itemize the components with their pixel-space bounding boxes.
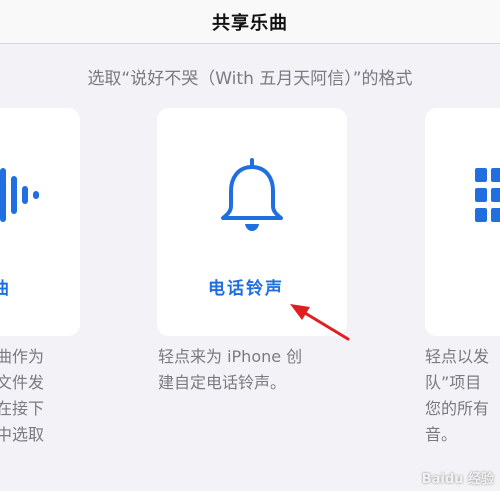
format-card-song-file[interactable]: 曲 [0,108,80,336]
format-card-label: 电话铃声 [208,279,284,299]
format-card-description: 轻点来为 iPhone 创 建自定电话铃声。 [158,347,303,392]
waveform-icon [0,168,39,222]
list-icon [475,168,500,222]
format-carousel[interactable]: 曲 曲作为 文件发 在接下 中选取 电话铃声 轻点来为 iPhone 创 建自定… [0,0,500,491]
format-card-project[interactable] [425,108,500,336]
format-card-description: 曲作为 文件发 在接下 中选取 [0,347,45,444]
bell-icon [221,158,283,231]
format-card-description: 轻点以发 队”项目 您的所有 音。 [425,347,490,444]
format-card-ringtone[interactable]: 电话铃声 [157,108,347,336]
watermark: Baidu 经验 [421,472,494,487]
format-card-label: 曲 [0,279,11,299]
